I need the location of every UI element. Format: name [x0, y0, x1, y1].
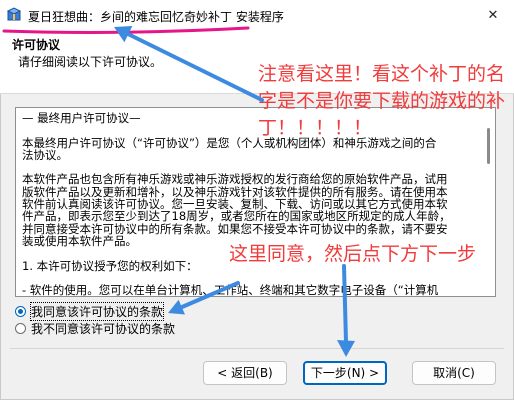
annotation-line: 字是不是你要下载的游戏的补	[258, 90, 506, 112]
cancel-button[interactable]: 取消(C)	[412, 361, 496, 385]
radio-disagree-indicator[interactable]	[15, 322, 26, 334]
annotation-note-top: 注意看这里！看这个补丁的名 字是不是你要下载的游戏的补 丁！！！！！	[258, 61, 505, 142]
license-line	[22, 161, 477, 173]
page-subtitle: 请仔细阅读以下许可协议。	[18, 55, 163, 69]
license-line	[22, 272, 477, 284]
radio-disagree[interactable]: 我不同意该许可协议的条款	[15, 320, 175, 336]
radio-disagree-label[interactable]: 我不同意该许可协议的条款	[31, 320, 175, 337]
radio-agree[interactable]: 我同意该许可协议的条款	[15, 301, 165, 321]
license-line: 法协议。	[22, 148, 68, 162]
license-line: 软件前认真阅读该许可协议。您一旦安装、复制、下载、访问或以其它方式使用本软	[22, 198, 448, 211]
license-line: 本软件产品也包含所有神乐游戏或神乐游戏授权的发行商给您的原始软件产品，试用	[22, 173, 448, 186]
license-line: 版软件产品以及更新和增补，以及神乐游戏针对该软件提供的所有服务。请在使用本	[22, 185, 448, 199]
title-bar[interactable]: 夏日狂想曲：乡间的难忘回忆奇妙补丁 安装程序 ✕	[0, 0, 514, 31]
license-line: 件产品，即表示您至少到达了18周岁，或者您所在的国家或地区所规定的成人年龄，	[22, 210, 451, 223]
license-line: - 软件的使用。您可以在单台计算机、工作站、终端和其它数字电子设备（“计算机	[22, 284, 439, 297]
close-icon[interactable]: ✕	[472, 0, 514, 31]
annotation-line: 注意看这里！看这个补丁的名	[258, 63, 506, 85]
back-button[interactable]: < 返回(B)	[203, 361, 287, 385]
next-button[interactable]: 下一步(N) >	[303, 361, 387, 385]
window-title: 夏日狂想曲：乡间的难忘回忆奇妙补丁 安装程序	[28, 10, 284, 24]
radio-agree-label[interactable]: 我同意该许可协议的条款	[29, 301, 165, 321]
installer-icon	[6, 7, 22, 21]
license-line: 并同意接受本许可协议中的所有条款。如果您不接受本许可协议中的条款，请不要安	[22, 222, 448, 235]
footer-divider	[10, 348, 504, 349]
annotation-line: 丁！！！！！	[258, 117, 373, 139]
annotation-note-bottom: 这里同意，然后点下方下一步	[229, 243, 477, 265]
radio-agree-indicator[interactable]	[15, 305, 26, 317]
page-title: 许可协议	[12, 38, 61, 52]
